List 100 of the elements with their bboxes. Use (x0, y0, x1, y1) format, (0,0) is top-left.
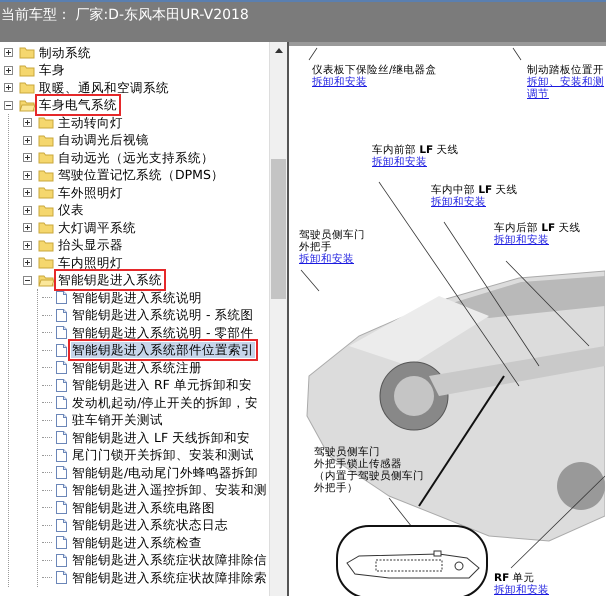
expand-toggle-icon[interactable] (23, 206, 32, 215)
tree-item[interactable]: 主动转向灯 (57, 114, 124, 131)
folder-icon (38, 151, 54, 164)
tree-item[interactable]: 智能钥匙进入系统 (57, 272, 163, 288)
callout-label: 外把手锁止传感器 (314, 458, 402, 470)
callout-label: 外把手 (299, 241, 332, 253)
document-icon (55, 290, 68, 306)
tree-item[interactable]: 智能钥匙进入系统症状故障排除索 (71, 570, 268, 586)
tree-item[interactable]: 智能钥匙进入系统症状故障排除信 (71, 552, 268, 568)
tree-item[interactable]: 智能钥匙进入系统说明 - 零部件 (71, 324, 254, 341)
document-icon (55, 448, 68, 463)
folder-icon (38, 168, 54, 182)
tree-item[interactable]: 智能钥匙/电动尾门外蜂鸣器拆卸 (71, 464, 260, 481)
document-icon (55, 570, 68, 586)
folder-icon (19, 64, 35, 77)
callout-label: 外把手） (314, 482, 358, 494)
expand-toggle-icon[interactable] (4, 83, 13, 92)
folder-icon (38, 238, 54, 252)
callout-label: 车内前部 LF 天线 (372, 144, 459, 156)
tree-item[interactable]: 车外照明灯 (57, 184, 124, 201)
tree-item[interactable]: 智能钥匙进入遥控拆卸、安装和测 (71, 482, 268, 498)
folder-icon (38, 134, 54, 147)
collapse-toggle-icon[interactable] (23, 276, 32, 285)
tree-item[interactable]: 驾驶位置记忆系统（DPMS） (57, 167, 225, 184)
window-title: 当前车型： 厂家:D-东风本田UR-V2018 (0, 0, 606, 42)
document-icon (55, 552, 68, 568)
tree-item[interactable]: 自动远光（远光支持系统） (57, 150, 215, 166)
scroll-up-icon[interactable] (274, 48, 282, 53)
tree-item[interactable]: 智能钥匙进入 RF 单元拆卸和安 (71, 377, 253, 394)
expand-toggle-icon[interactable] (23, 188, 32, 198)
callout-label: 仪表板下保险丝/继电器盒 (312, 64, 437, 76)
document-icon (55, 378, 68, 393)
tree-item[interactable]: 车身 (38, 62, 66, 78)
procedure-link[interactable]: 拆卸、安装和测 (527, 76, 604, 88)
tree-item[interactable]: 自动调光后视镜 (57, 132, 150, 148)
folder-icon (38, 256, 54, 270)
expand-toggle-icon[interactable] (23, 153, 32, 162)
callout-label: 驾驶员侧车门 (299, 229, 365, 241)
folder-icon (19, 46, 35, 60)
folder-icon (38, 186, 54, 200)
scrollbar-thumb[interactable] (271, 159, 286, 299)
tree-item[interactable]: 尾门门锁开关拆卸、安装和测试 (71, 447, 255, 464)
expand-toggle-icon[interactable] (23, 118, 32, 128)
tree-item[interactable]: 驻车销开关测试 (71, 412, 164, 428)
procedure-link[interactable]: 拆卸和安装 (431, 196, 486, 208)
folder-icon (38, 221, 54, 234)
folder-icon (38, 116, 54, 130)
scrollbar[interactable] (269, 42, 287, 596)
tree-item[interactable]: 抬头显示器 (57, 237, 124, 254)
tree-item[interactable]: 车内照明灯 (57, 254, 124, 271)
tree-item[interactable]: 智能钥匙进入系统注册 (71, 360, 203, 376)
document-icon (55, 360, 68, 376)
document-icon (55, 465, 68, 480)
callout-label: RF 单元 (494, 572, 535, 584)
procedure-link[interactable]: 拆卸和安装 (372, 156, 427, 168)
collapse-toggle-icon[interactable] (4, 100, 13, 110)
procedure-link[interactable]: 拆卸和安装 (494, 584, 549, 596)
document-icon (55, 412, 68, 428)
tree-item[interactable]: 大灯调平系统 (57, 220, 137, 236)
expand-toggle-icon[interactable] (23, 240, 32, 250)
expand-toggle-icon[interactable] (4, 66, 13, 75)
procedure-link[interactable]: 拆卸和安装 (312, 76, 367, 88)
procedure-link[interactable]: 调节 (527, 88, 549, 100)
procedure-link[interactable]: 拆卸和安装 (299, 253, 354, 265)
tree-item[interactable]: 智能钥匙进入 LF 天线拆卸和安 (71, 430, 252, 446)
expand-toggle-icon[interactable] (23, 170, 32, 180)
procedure-link[interactable]: 拆卸和安装 (494, 234, 549, 246)
leader-line (308, 48, 318, 60)
callout-label: 驾驶员侧车门 (314, 446, 380, 458)
tree-item[interactable]: 智能钥匙进入系统说明 (71, 290, 203, 306)
tree-item[interactable]: 智能钥匙进入系统状态日志 (71, 517, 229, 534)
callout-label: 制动踏板位置开 (527, 64, 604, 76)
document-icon (55, 308, 68, 323)
folder-icon (19, 98, 35, 112)
tree-item[interactable]: 智能钥匙进入系统电路图 (71, 500, 216, 516)
document-icon (55, 395, 68, 410)
callout-label: （内置于驾驶员侧车门 (314, 470, 424, 482)
expand-toggle-icon[interactable] (23, 136, 32, 145)
expand-toggle-icon[interactable] (23, 258, 32, 268)
tree-item[interactable]: 制动系统 (38, 44, 92, 61)
expand-toggle-icon[interactable] (4, 48, 13, 58)
folder-icon (38, 204, 54, 217)
folder-icon (38, 274, 54, 287)
expand-toggle-icon[interactable] (23, 223, 32, 232)
tree-item[interactable]: 智能钥匙进入系统部件位置索引 (71, 342, 255, 358)
document-icon (55, 342, 68, 358)
tree-item[interactable]: 智能钥匙进入系统说明 - 系统图 (71, 307, 254, 324)
tree-item[interactable]: 取暖、通风和空调系统 (38, 80, 170, 96)
folder-icon (19, 81, 35, 94)
document-icon (55, 518, 68, 533)
callout-label: 车内中部 LF 天线 (431, 184, 518, 196)
tree-item[interactable]: 智能钥匙进入系统检查 (71, 534, 203, 551)
leader-line (512, 48, 522, 60)
tree-item[interactable]: 车身电气系统 (38, 97, 118, 114)
document-icon (55, 535, 68, 550)
document-icon (55, 500, 68, 516)
tree-item[interactable]: 仪表 (57, 202, 85, 218)
document-icon (55, 325, 68, 340)
document-icon (55, 482, 68, 498)
tree-item[interactable]: 发动机起动/停止开关的拆卸，安 (71, 394, 260, 411)
